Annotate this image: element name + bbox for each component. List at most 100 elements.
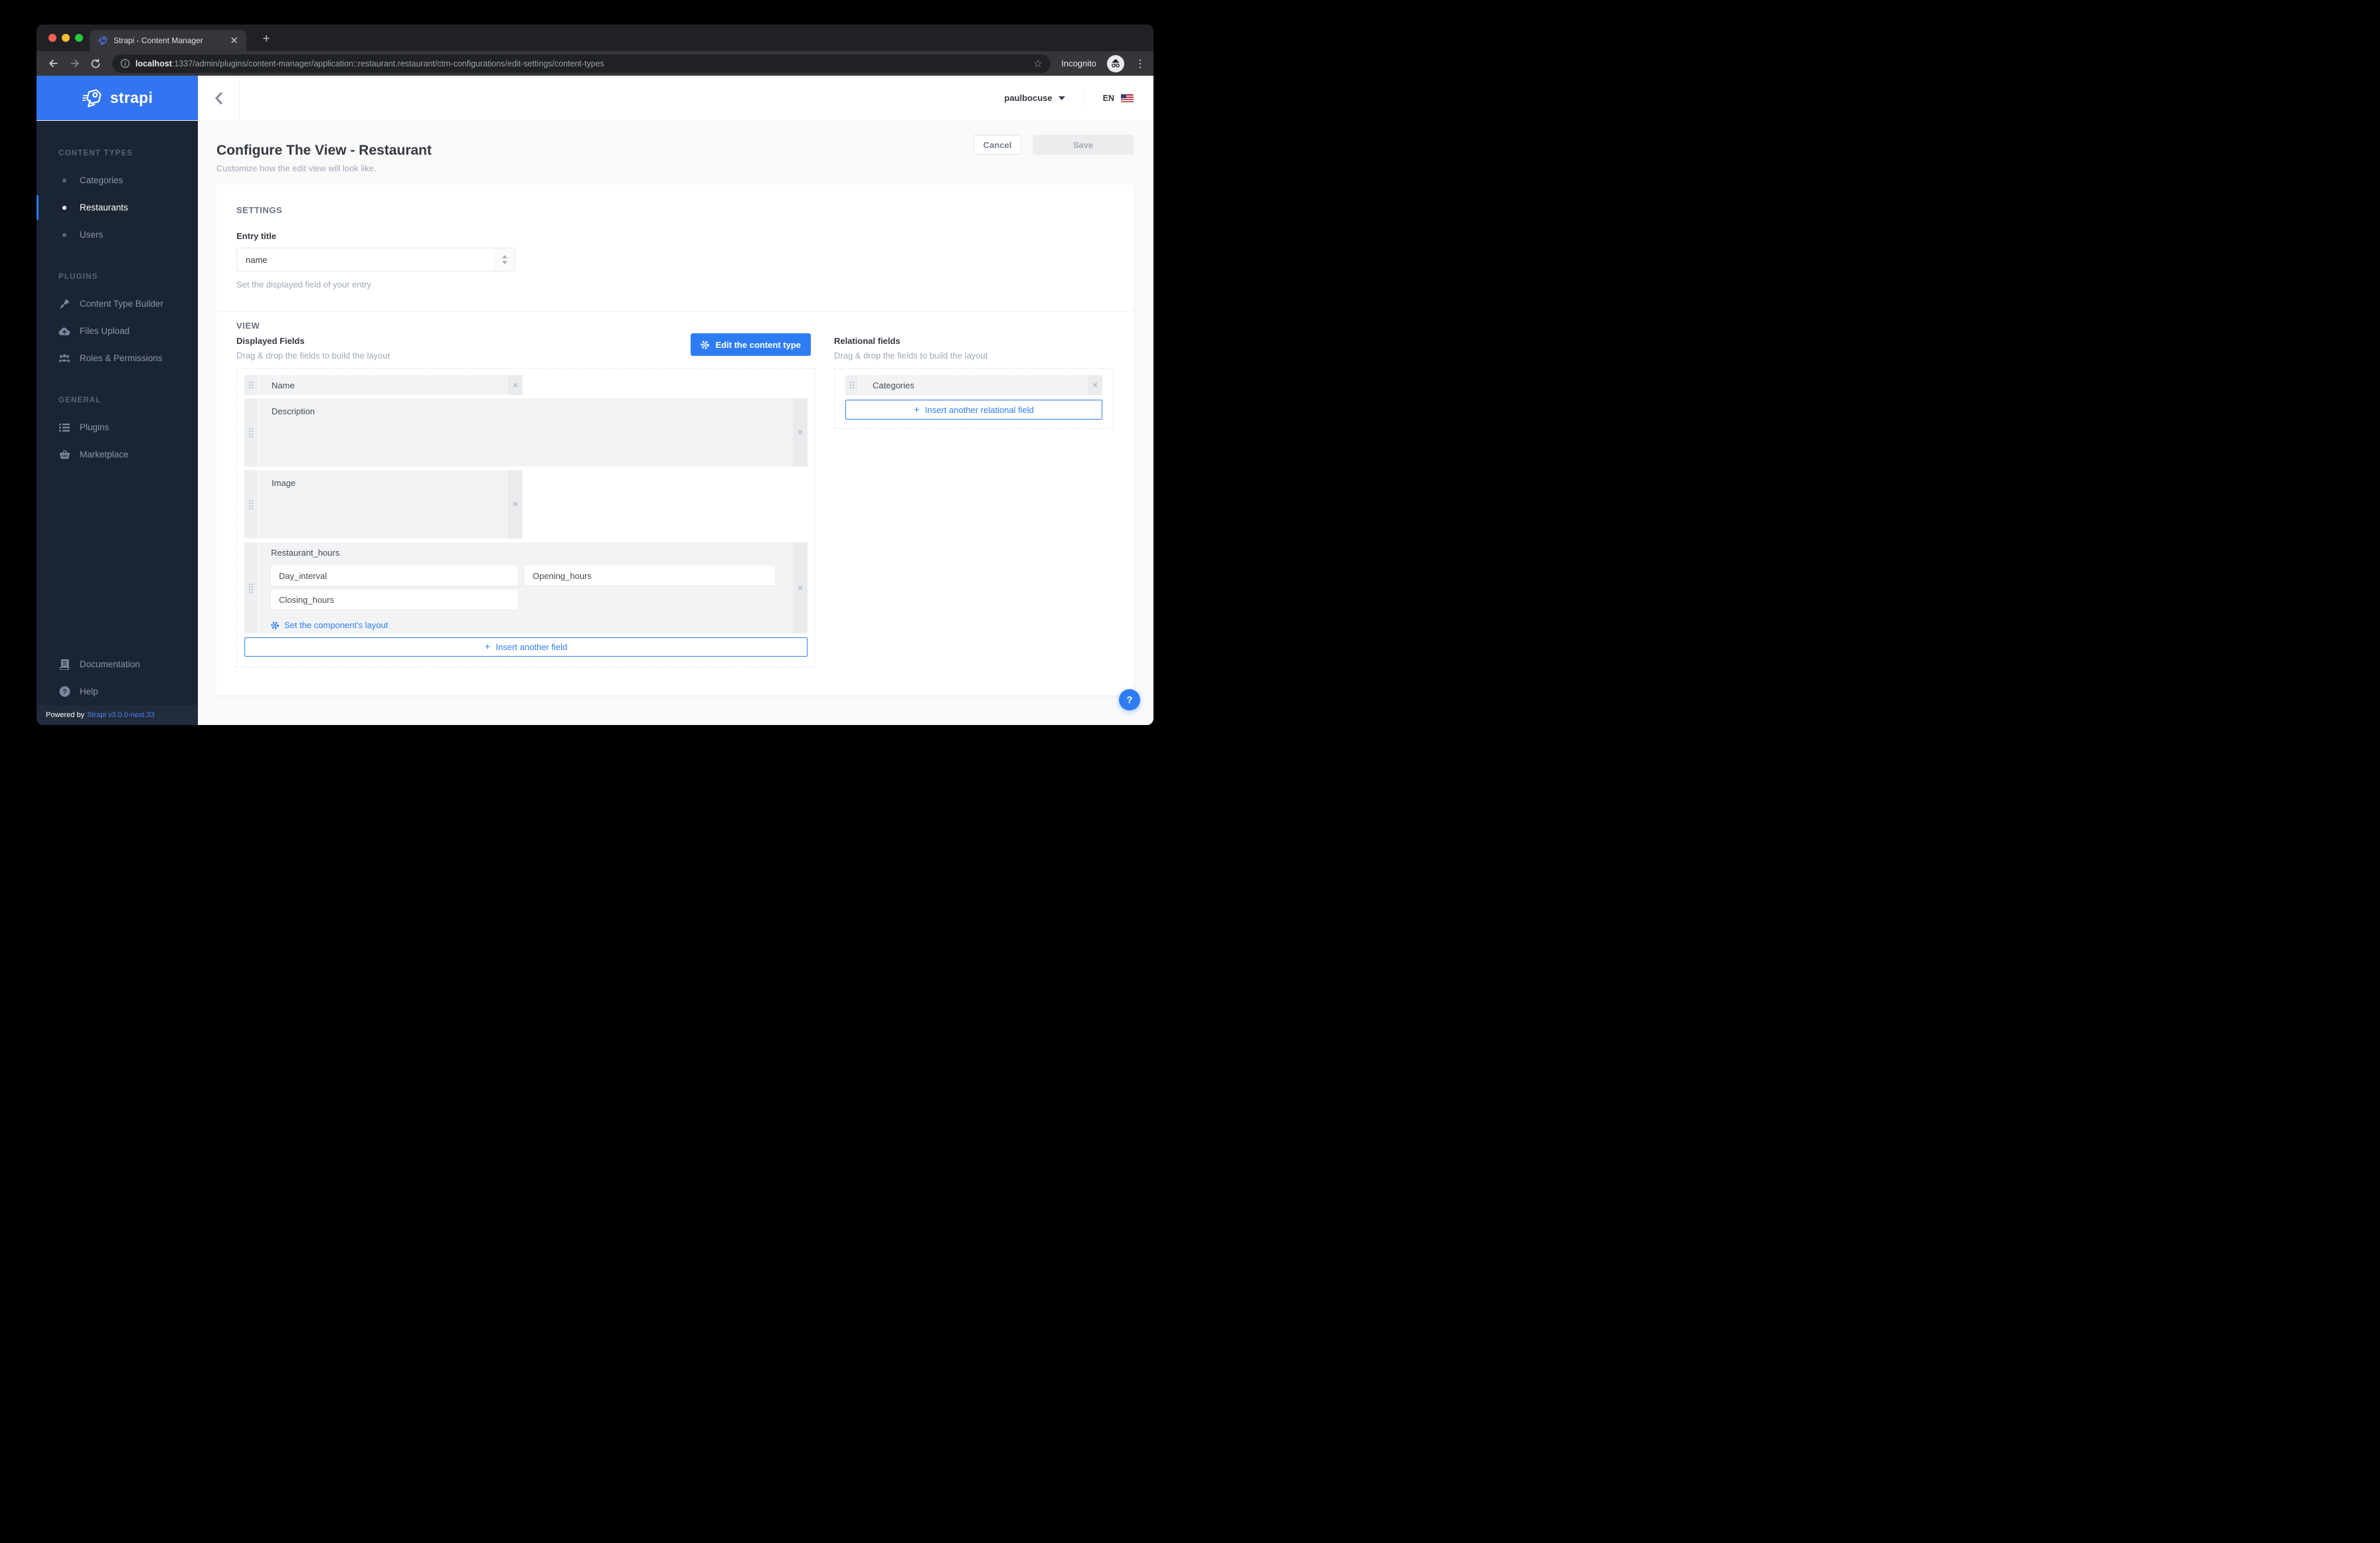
relational-fields-dropzone: Categories × + Insert another relational…: [834, 368, 1114, 429]
browser-window: Strapi - Content Manager ✕ + localhost:1…: [37, 25, 1153, 725]
remove-field-icon[interactable]: ×: [793, 398, 808, 467]
tab-strip: Strapi - Content Manager ✕ +: [37, 25, 1153, 51]
subfield-closing-hours[interactable]: Closing_hours: [271, 590, 517, 609]
help-circle-icon: ?: [58, 686, 70, 697]
browser-toolbar: localhost:1337/admin/plugins/content-man…: [37, 51, 1153, 76]
section-divider: [216, 311, 1134, 312]
list-icon: [58, 423, 70, 432]
field-row-description[interactable]: Description ×: [244, 398, 808, 467]
browser-menu-icon[interactable]: ⋮: [1135, 57, 1146, 70]
forward-icon[interactable]: [66, 55, 83, 72]
incognito-avatar-icon[interactable]: [1107, 55, 1124, 72]
entry-title-select[interactable]: name: [236, 248, 515, 272]
drag-handle-icon[interactable]: [845, 375, 859, 395]
sidebar-item-files-upload[interactable]: Files Upload: [37, 317, 198, 345]
select-carets-icon: [495, 248, 515, 271]
bullet-icon: [62, 179, 66, 183]
set-component-layout-link[interactable]: Set the component's layout: [271, 620, 793, 630]
entry-title-label: Entry title: [236, 231, 1114, 241]
bullet-icon: [62, 206, 66, 210]
bullet-icon: [62, 233, 66, 237]
plus-icon: +: [914, 404, 920, 416]
browser-tab[interactable]: Strapi - Content Manager ✕: [90, 30, 246, 51]
powered-by-footer: Powered by Strapi v3.0.0-next.33: [37, 705, 198, 725]
relational-fields-subtitle: Drag & drop the fields to build the layo…: [834, 351, 1114, 361]
maximize-window-button[interactable]: [75, 34, 83, 42]
remove-field-icon[interactable]: ×: [1088, 375, 1102, 395]
help-fab-button[interactable]: ?: [1119, 689, 1140, 710]
field-row-image[interactable]: Image ×: [244, 470, 523, 538]
cloud-upload-icon: [58, 327, 70, 336]
window-controls: [48, 34, 83, 42]
locale-label: EN: [1103, 94, 1114, 103]
edit-content-type-button[interactable]: Edit the content type: [691, 333, 811, 356]
main-content: Configure The View - Restaurant Customiz…: [198, 121, 1153, 725]
sidebar-item-roles-permissions[interactable]: Roles & Permissions: [37, 345, 198, 372]
sidebar-item-content-type-builder[interactable]: Content Type Builder: [37, 290, 198, 317]
us-flag-icon[interactable]: [1121, 94, 1134, 102]
insert-relational-field-button[interactable]: + Insert another relational field: [845, 400, 1102, 420]
sidebar-item-users[interactable]: Users: [37, 221, 198, 248]
reload-icon[interactable]: [87, 55, 104, 72]
sidebar: CONTENT TYPES Categories Restaurants Use…: [37, 121, 198, 725]
displayed-fields-dropzone: Name × Description ×: [236, 368, 815, 667]
tab-title: Strapi - Content Manager: [114, 36, 224, 45]
svg-text:?: ?: [62, 688, 66, 696]
incognito-label: Incognito: [1061, 58, 1096, 68]
book-icon: [58, 659, 70, 670]
back-button[interactable]: [198, 76, 240, 120]
basket-icon: [58, 449, 70, 459]
settings-section-label: SETTINGS: [236, 205, 1114, 215]
users-icon: [58, 354, 70, 363]
component-label: Restaurant_hours: [271, 548, 793, 558]
sidebar-item-categories[interactable]: Categories: [37, 167, 198, 194]
new-tab-icon[interactable]: +: [257, 30, 276, 48]
subfield-day-interval[interactable]: Day_interval: [271, 566, 517, 586]
subfield-opening-hours[interactable]: Opening_hours: [525, 566, 775, 586]
plus-icon: +: [485, 641, 491, 653]
sidebar-item-marketplace[interactable]: Marketplace: [37, 441, 198, 468]
sidebar-item-help[interactable]: ? Help: [37, 678, 198, 705]
url-bar[interactable]: localhost:1337/admin/plugins/content-man…: [112, 54, 1051, 73]
url-text: localhost:1337/admin/plugins/content-man…: [135, 59, 1028, 68]
entry-title-value: name: [237, 248, 495, 271]
drag-handle-icon[interactable]: [244, 398, 258, 467]
cancel-button[interactable]: Cancel: [974, 135, 1021, 155]
save-button[interactable]: Save: [1033, 135, 1134, 155]
sidebar-item-restaurants[interactable]: Restaurants: [37, 194, 198, 221]
field-label: Description: [258, 398, 793, 467]
sidebar-item-documentation[interactable]: Documentation: [37, 651, 198, 678]
remove-field-icon[interactable]: ×: [508, 375, 523, 395]
sidebar-item-plugins[interactable]: Plugins: [37, 414, 198, 441]
sidebar-section-plugins: PLUGINS: [37, 263, 198, 290]
site-info-icon[interactable]: [120, 58, 130, 68]
remove-field-icon[interactable]: ×: [508, 470, 523, 538]
gear-icon: [271, 621, 279, 629]
tab-close-icon[interactable]: ✕: [230, 36, 238, 46]
username: paulbocuse: [1004, 93, 1052, 103]
strapi-logo[interactable]: strapi: [37, 76, 198, 120]
minimize-window-button[interactable]: [62, 34, 70, 42]
insert-another-field-button[interactable]: + Insert another field: [244, 637, 808, 657]
close-window-button[interactable]: [48, 34, 56, 42]
field-row-restaurant-hours[interactable]: Restaurant_hours Day_interval Opening_ho…: [244, 542, 808, 633]
strapi-rocket-icon: [82, 87, 104, 109]
drag-handle-icon[interactable]: [244, 470, 258, 538]
drag-handle-icon[interactable]: [244, 542, 258, 633]
drag-handle-icon[interactable]: [244, 375, 258, 395]
field-row-name[interactable]: Name ×: [244, 375, 523, 395]
field-row-categories[interactable]: Categories ×: [845, 375, 1102, 395]
view-section-label: VIEW: [236, 321, 1114, 331]
settings-card: SETTINGS Entry title name Set the displa…: [216, 185, 1134, 695]
field-label: Categories: [859, 375, 1088, 395]
gear-icon: [701, 341, 709, 349]
sidebar-section-content-types: CONTENT TYPES: [37, 139, 198, 167]
user-menu[interactable]: paulbocuse: [1004, 93, 1064, 103]
back-icon[interactable]: [44, 55, 62, 72]
strapi-version-link[interactable]: Strapi v3.0.0-next.33: [87, 711, 155, 719]
remove-field-icon[interactable]: ×: [793, 542, 808, 633]
strapi-favicon-icon: [98, 35, 108, 46]
bookmark-star-icon[interactable]: ☆: [1033, 57, 1043, 70]
sidebar-section-general: GENERAL: [37, 386, 198, 414]
chevron-down-icon: [1059, 96, 1065, 100]
